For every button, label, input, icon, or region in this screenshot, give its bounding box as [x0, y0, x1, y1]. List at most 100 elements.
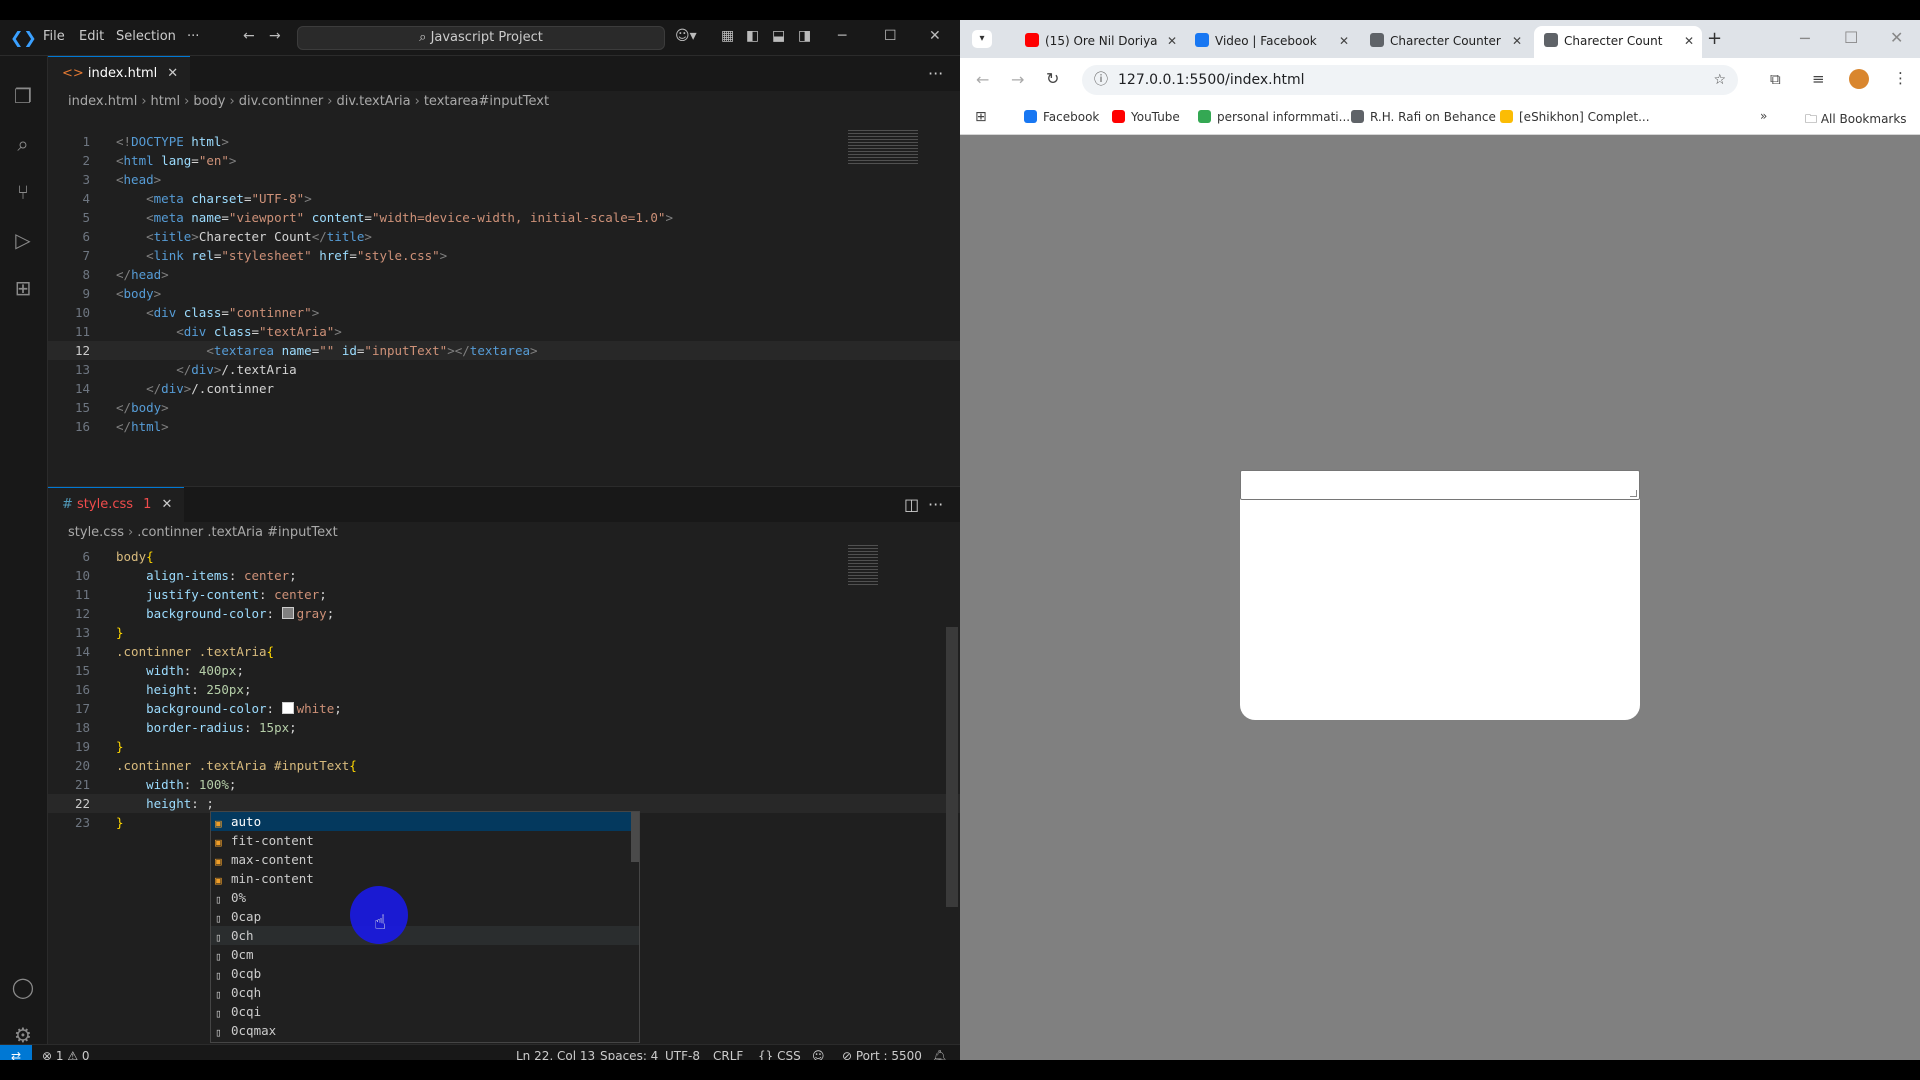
code-line[interactable]: 18 border-radius: 15px;: [48, 718, 960, 737]
bookmark-star-icon[interactable]: ☆: [1713, 65, 1726, 95]
breadcrumb-item[interactable]: div.textAria: [336, 94, 410, 109]
code-line[interactable]: 19}: [48, 737, 960, 756]
breadcrumb-item[interactable]: index.html: [68, 94, 137, 109]
code-line[interactable]: 16 </html>: [48, 417, 960, 436]
bookmark-item[interactable]: Facebook: [1024, 110, 1099, 124]
search-icon[interactable]: ⌕: [10, 131, 36, 157]
layout-icon[interactable]: ▦: [721, 28, 734, 44]
run-debug-icon[interactable]: ▷: [10, 227, 36, 253]
code-line[interactable]: 6 <title>Charecter Count</title>: [48, 227, 960, 246]
close-tab-icon[interactable]: ✕: [1684, 26, 1694, 56]
apps-grid-icon[interactable]: ⊞: [975, 109, 987, 125]
profile-avatar[interactable]: [1849, 69, 1869, 89]
color-swatch[interactable]: [281, 607, 294, 619]
all-bookmarks-folder[interactable]: 🗀︎ All Bookmarks: [1805, 110, 1907, 131]
close-tab-icon[interactable]: ✕: [1339, 26, 1349, 56]
menu-edit[interactable]: Edit: [79, 29, 104, 44]
suggestion-item[interactable]: ▣ auto: [211, 812, 639, 831]
code-line[interactable]: 13}: [48, 623, 960, 642]
close-window-icon[interactable]: ✕: [1890, 28, 1903, 47]
code-line[interactable]: 15 width: 400px;: [48, 661, 960, 680]
more-bookmarks-chevron-icon[interactable]: »: [1760, 109, 1767, 123]
code-line[interactable]: 2 <html lang="en">: [48, 151, 960, 170]
suggestion-scrollbar[interactable]: [631, 812, 639, 862]
code-editor-css[interactable]: 6 body{10 align-items: center; 11 justify-…: [48, 547, 960, 832]
suggestion-item[interactable]: ▣ max-content: [211, 850, 639, 869]
code-line[interactable]: 14 </div>/.continner: [48, 379, 960, 398]
suggestion-item[interactable]: ▣ min-content: [211, 869, 639, 888]
notifications-bell-icon[interactable]: 🔔︎: [932, 1049, 947, 1060]
problems-status[interactable]: ⊗ 1 ⚠ 0: [42, 1049, 90, 1060]
close-tab-icon[interactable]: ✕: [161, 497, 172, 512]
code-line[interactable]: 3 <head>: [48, 170, 960, 189]
code-line[interactable]: 15 </body>: [48, 398, 960, 417]
menu-selection[interactable]: Selection: [116, 29, 176, 44]
menu-more[interactable]: ···: [187, 29, 199, 44]
extensions-icon[interactable]: ⊞: [10, 275, 36, 301]
resize-handle-icon[interactable]: [1630, 490, 1637, 497]
close-window-icon[interactable]: ✕: [929, 28, 941, 44]
new-tab-plus-icon[interactable]: +: [1707, 28, 1722, 49]
forward-arrow-icon[interactable]: →: [269, 28, 281, 44]
code-line[interactable]: 11 justify-content: center;: [48, 585, 960, 604]
code-line[interactable]: 8 </head>: [48, 265, 960, 284]
bookmark-item[interactable]: personal informmati...: [1198, 110, 1350, 124]
breadcrumb-item[interactable]: .continner .textAria #inputText: [137, 525, 338, 540]
breadcrumb-item[interactable]: style.css: [68, 525, 124, 540]
extensions-puzzle-icon[interactable]: ⧉: [1770, 70, 1781, 88]
suggestion-item[interactable]: ▯ 0cqh: [211, 983, 639, 1002]
suggestion-item[interactable]: ▯ 0ch: [211, 926, 639, 945]
minimize-icon[interactable]: ─: [1800, 29, 1810, 48]
copilot-status-icon[interactable]: ☺: [812, 1049, 825, 1060]
chrome-menu-kebab-icon[interactable]: ⋮: [1893, 69, 1908, 87]
tab-style-css[interactable]: # style.css 1 ✕: [48, 487, 185, 523]
browser-tab[interactable]: Charecter Count ✕: [1534, 26, 1702, 58]
suggestion-item[interactable]: ▯ 0cqmax: [211, 1021, 639, 1040]
suggestion-item[interactable]: ▯ 0%: [211, 888, 639, 907]
close-tab-icon[interactable]: ✕: [1167, 26, 1177, 56]
code-line[interactable]: 12 background-color: gray;: [48, 604, 960, 623]
back-arrow-icon[interactable]: ←: [243, 28, 255, 44]
language-mode[interactable]: {} CSS: [758, 1049, 801, 1060]
code-line[interactable]: 7 <link rel="stylesheet" href="style.css…: [48, 246, 960, 265]
close-tab-icon[interactable]: ✕: [1512, 26, 1522, 56]
code-line[interactable]: 9 <body>: [48, 284, 960, 303]
site-info-icon[interactable]: ⓘ: [1094, 72, 1108, 88]
encoding[interactable]: UTF-8: [665, 1049, 700, 1060]
code-line[interactable]: 10 align-items: center;: [48, 566, 960, 585]
maximize-icon[interactable]: ☐: [1844, 28, 1858, 47]
code-line[interactable]: 13 </div>/.textAria: [48, 360, 960, 379]
code-line[interactable]: 16 height: 250px;: [48, 680, 960, 699]
scrollbar[interactable]: [946, 627, 958, 907]
menu-file[interactable]: File: [43, 29, 65, 44]
close-tab-icon[interactable]: ✕: [167, 66, 178, 81]
autocomplete-suggestions[interactable]: ▣ auto ▣ fit-content ▣ max-content ▣ min-conten…: [210, 811, 640, 1043]
account-icon[interactable]: ◯: [10, 974, 36, 1000]
minimap[interactable]: [848, 130, 918, 166]
code-line[interactable]: 4 <meta charset="UTF-8">: [48, 189, 960, 208]
toggle-panel-icon[interactable]: ⬓: [772, 28, 785, 44]
bookmark-item[interactable]: [eShikhon] Complet...: [1500, 110, 1650, 124]
browser-tab[interactable]: Charecter Counter ✕: [1360, 26, 1530, 58]
minimap[interactable]: [848, 545, 878, 585]
bookmark-item[interactable]: R.H. Rafi on Behance: [1351, 110, 1496, 124]
suggestion-item[interactable]: ▯ 0cqb: [211, 964, 639, 983]
reload-icon[interactable]: ↻: [1046, 69, 1059, 88]
browser-tab[interactable]: (15) Ore Nil Doriya ✕: [1015, 26, 1185, 58]
toggle-secondary-sidebar-icon[interactable]: ◨: [798, 28, 811, 44]
suggestion-item[interactable]: ▯ 0cqi: [211, 1002, 639, 1021]
suggestion-item[interactable]: ▯ 0cm: [211, 945, 639, 964]
bookmark-item[interactable]: YouTube: [1112, 110, 1180, 124]
code-line[interactable]: 1 <!DOCTYPE html>: [48, 132, 960, 151]
code-line[interactable]: 6 body{: [48, 547, 960, 566]
suggestion-item[interactable]: ▯ 0cap: [211, 907, 639, 926]
toggle-sidebar-icon[interactable]: ◧: [746, 28, 759, 44]
tab-search-chevron-icon[interactable]: ▾: [972, 30, 992, 48]
cursor-position[interactable]: Ln 22, Col 13: [516, 1049, 595, 1060]
command-center[interactable]: ⌕ Javascript Project: [297, 26, 665, 50]
indentation[interactable]: Spaces: 4: [600, 1049, 658, 1060]
code-line[interactable]: 21 width: 100%;: [48, 775, 960, 794]
color-swatch[interactable]: [281, 702, 294, 714]
code-line[interactable]: 12 <textarea name="" id="inputText"></te…: [48, 341, 960, 360]
breadcrumb-item[interactable]: body: [193, 94, 225, 109]
